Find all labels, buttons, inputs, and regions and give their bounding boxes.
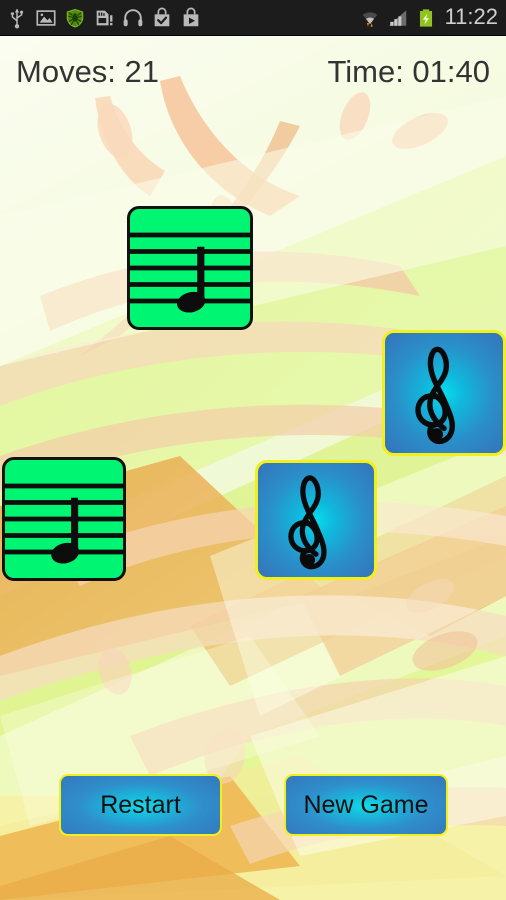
- quarter-note-icon: [5, 460, 123, 578]
- status-left-icons: [0, 7, 202, 29]
- wifi-icon: [359, 7, 381, 29]
- status-right-icons: 11:22: [359, 3, 506, 30]
- memory-card-3[interactable]: [2, 457, 126, 581]
- treble-clef-icon: [385, 333, 503, 453]
- battery-charging-icon: [415, 7, 437, 29]
- memory-card-4[interactable]: [255, 460, 377, 580]
- memory-card-1[interactable]: [127, 206, 253, 330]
- new-game-button-label: New Game: [303, 790, 429, 819]
- restart-button[interactable]: Restart: [59, 774, 222, 836]
- restart-button-label: Restart: [100, 790, 181, 819]
- new-game-button[interactable]: New Game: [284, 774, 448, 836]
- memory-card-2[interactable]: [382, 330, 506, 456]
- play-store-bag-icon: [180, 7, 202, 29]
- drweb-shield-icon: [64, 7, 86, 29]
- cellular-signal-icon: [387, 7, 409, 29]
- status-clock: 11:22: [444, 3, 498, 29]
- android-status-bar[interactable]: 11:22: [0, 0, 506, 36]
- sd-card-warning-icon: [93, 7, 115, 29]
- usb-icon: [6, 7, 28, 29]
- quarter-note-icon: [130, 209, 250, 327]
- treble-clef-icon: [258, 463, 374, 577]
- headphones-icon: [122, 7, 144, 29]
- app-installed-bag-icon: [151, 7, 173, 29]
- gallery-image-icon: [35, 7, 57, 29]
